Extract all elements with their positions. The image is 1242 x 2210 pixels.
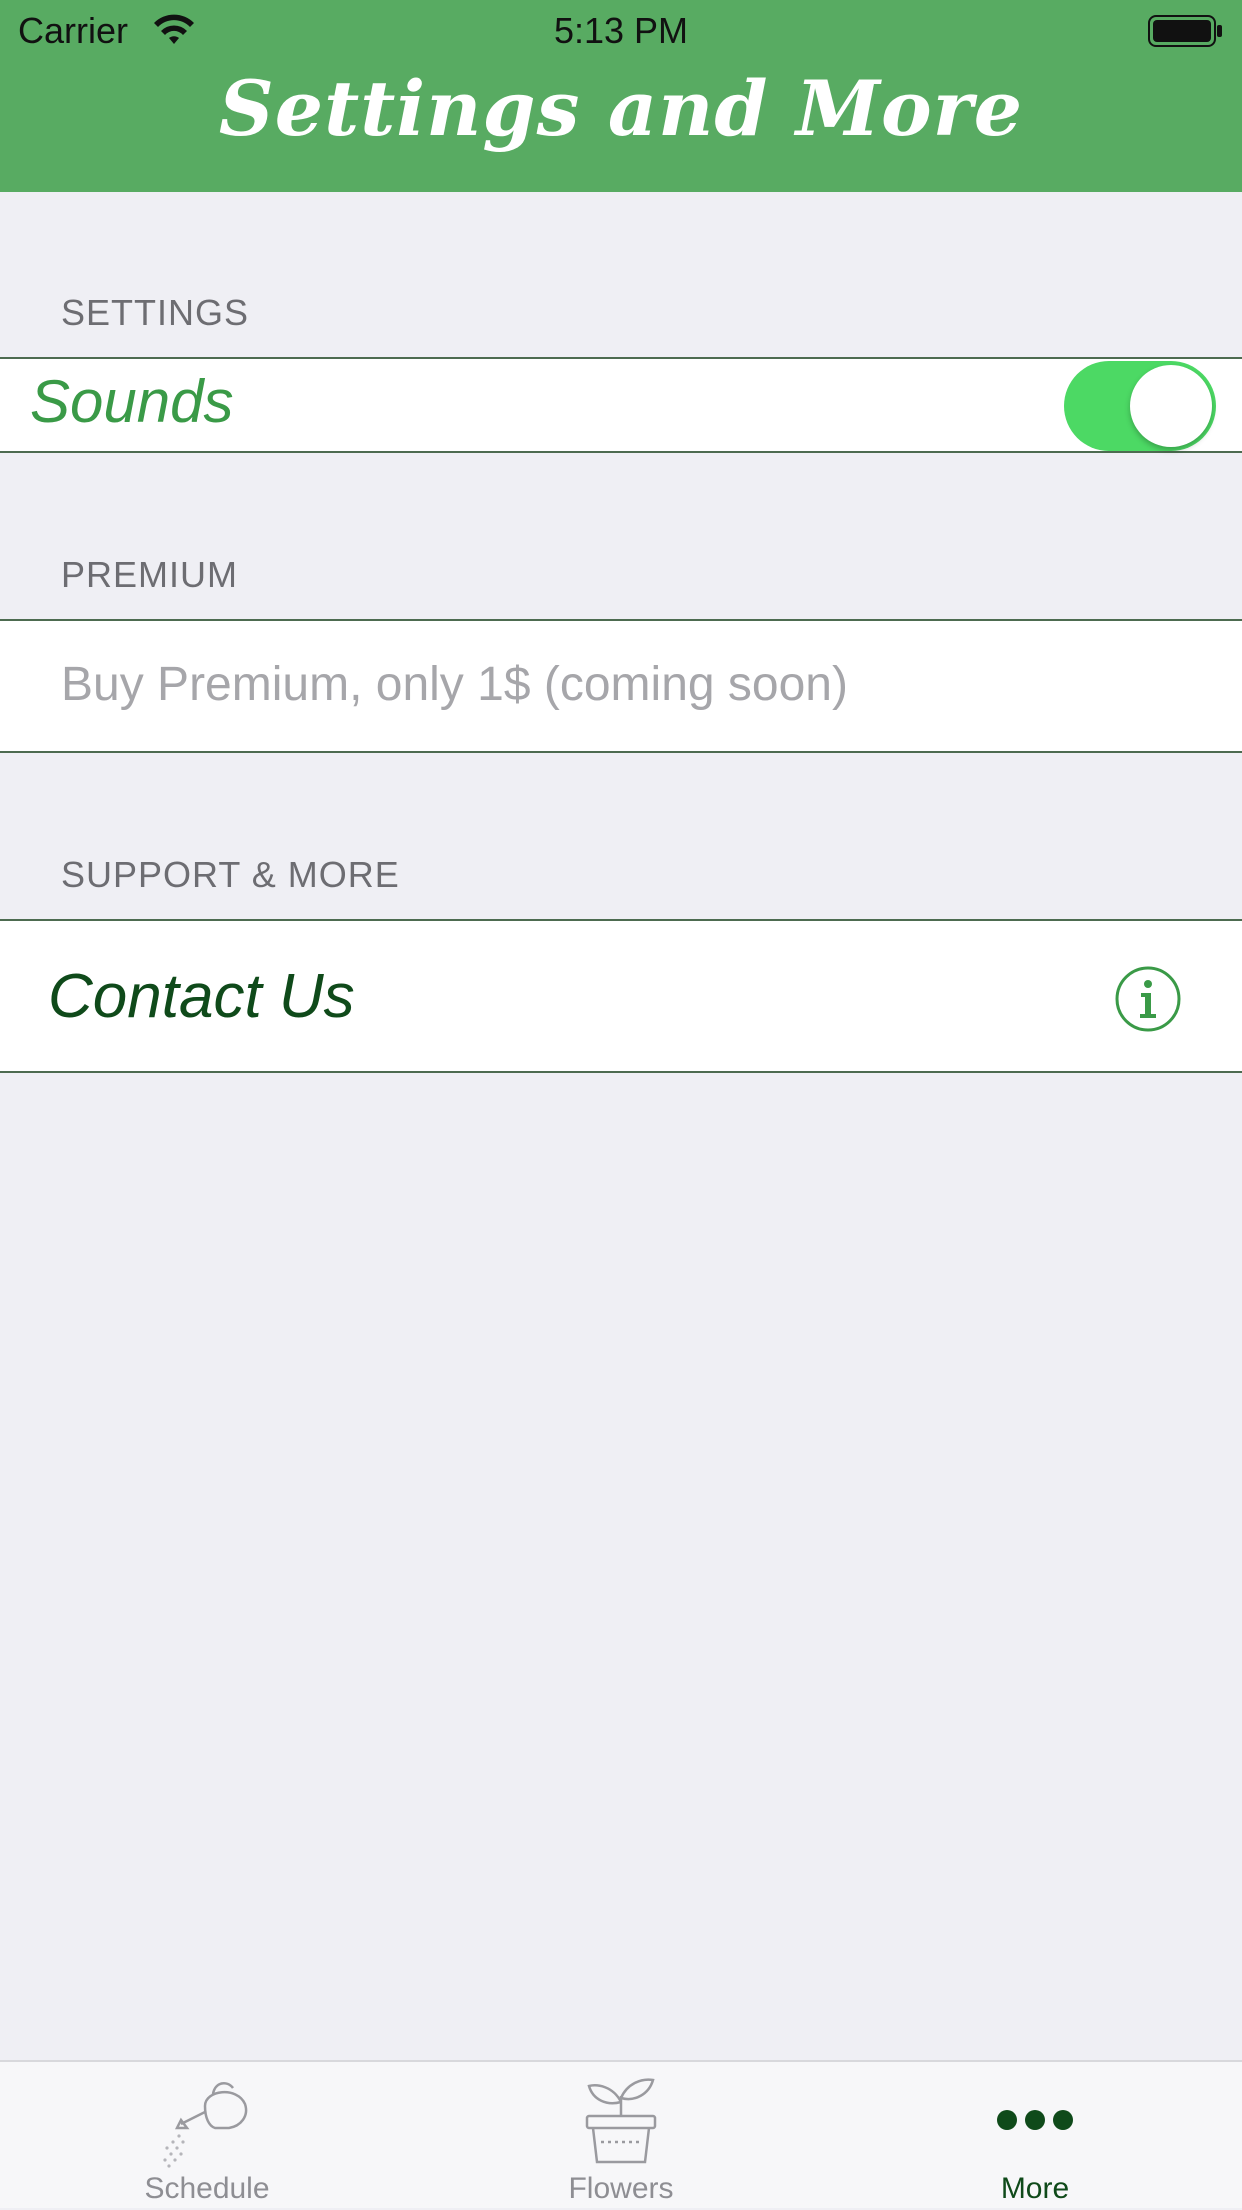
status-time: 5:13 PM [553, 10, 689, 51]
sounds-label: Sounds [30, 368, 234, 435]
tab-schedule[interactable]: Schedule [0, 2062, 414, 2210]
tab-more[interactable]: More [828, 2062, 1242, 2210]
sounds-row: Sounds [0, 357, 1242, 453]
tab-bar: Schedule Flowers More [0, 2060, 1242, 2208]
contact-us-label: Contact Us [48, 962, 355, 1031]
tab-label-flowers: Flowers [568, 2172, 674, 2205]
navigation-bar: Carrier 5:13 PM Settings and More [0, 0, 1242, 192]
section-header-premium: PREMIUM [61, 554, 238, 595]
section-header-support: SUPPORT & MORE [61, 854, 400, 895]
battery-icon [1148, 15, 1222, 47]
tab-flowers[interactable]: Flowers [414, 2062, 828, 2210]
page-title: Settings and More [218, 64, 1024, 153]
plant-pot-icon [585, 2078, 657, 2164]
buy-premium-row[interactable]: Buy Premium, only 1$ (coming soon) [0, 619, 1242, 753]
watering-can-icon [163, 2081, 248, 2168]
tab-label-more: More [1000, 2172, 1070, 2205]
tab-label-schedule: Schedule [144, 2172, 270, 2205]
info-icon[interactable] [1114, 965, 1182, 1033]
contact-us-row[interactable]: Contact Us [0, 919, 1242, 1073]
section-header-settings: SETTINGS [61, 292, 250, 333]
buy-premium-label: Buy Premium, only 1$ (coming soon) [61, 658, 848, 711]
more-dots-icon [997, 2110, 1073, 2130]
toggle-knob [1130, 365, 1212, 447]
sounds-toggle[interactable] [1064, 361, 1216, 451]
